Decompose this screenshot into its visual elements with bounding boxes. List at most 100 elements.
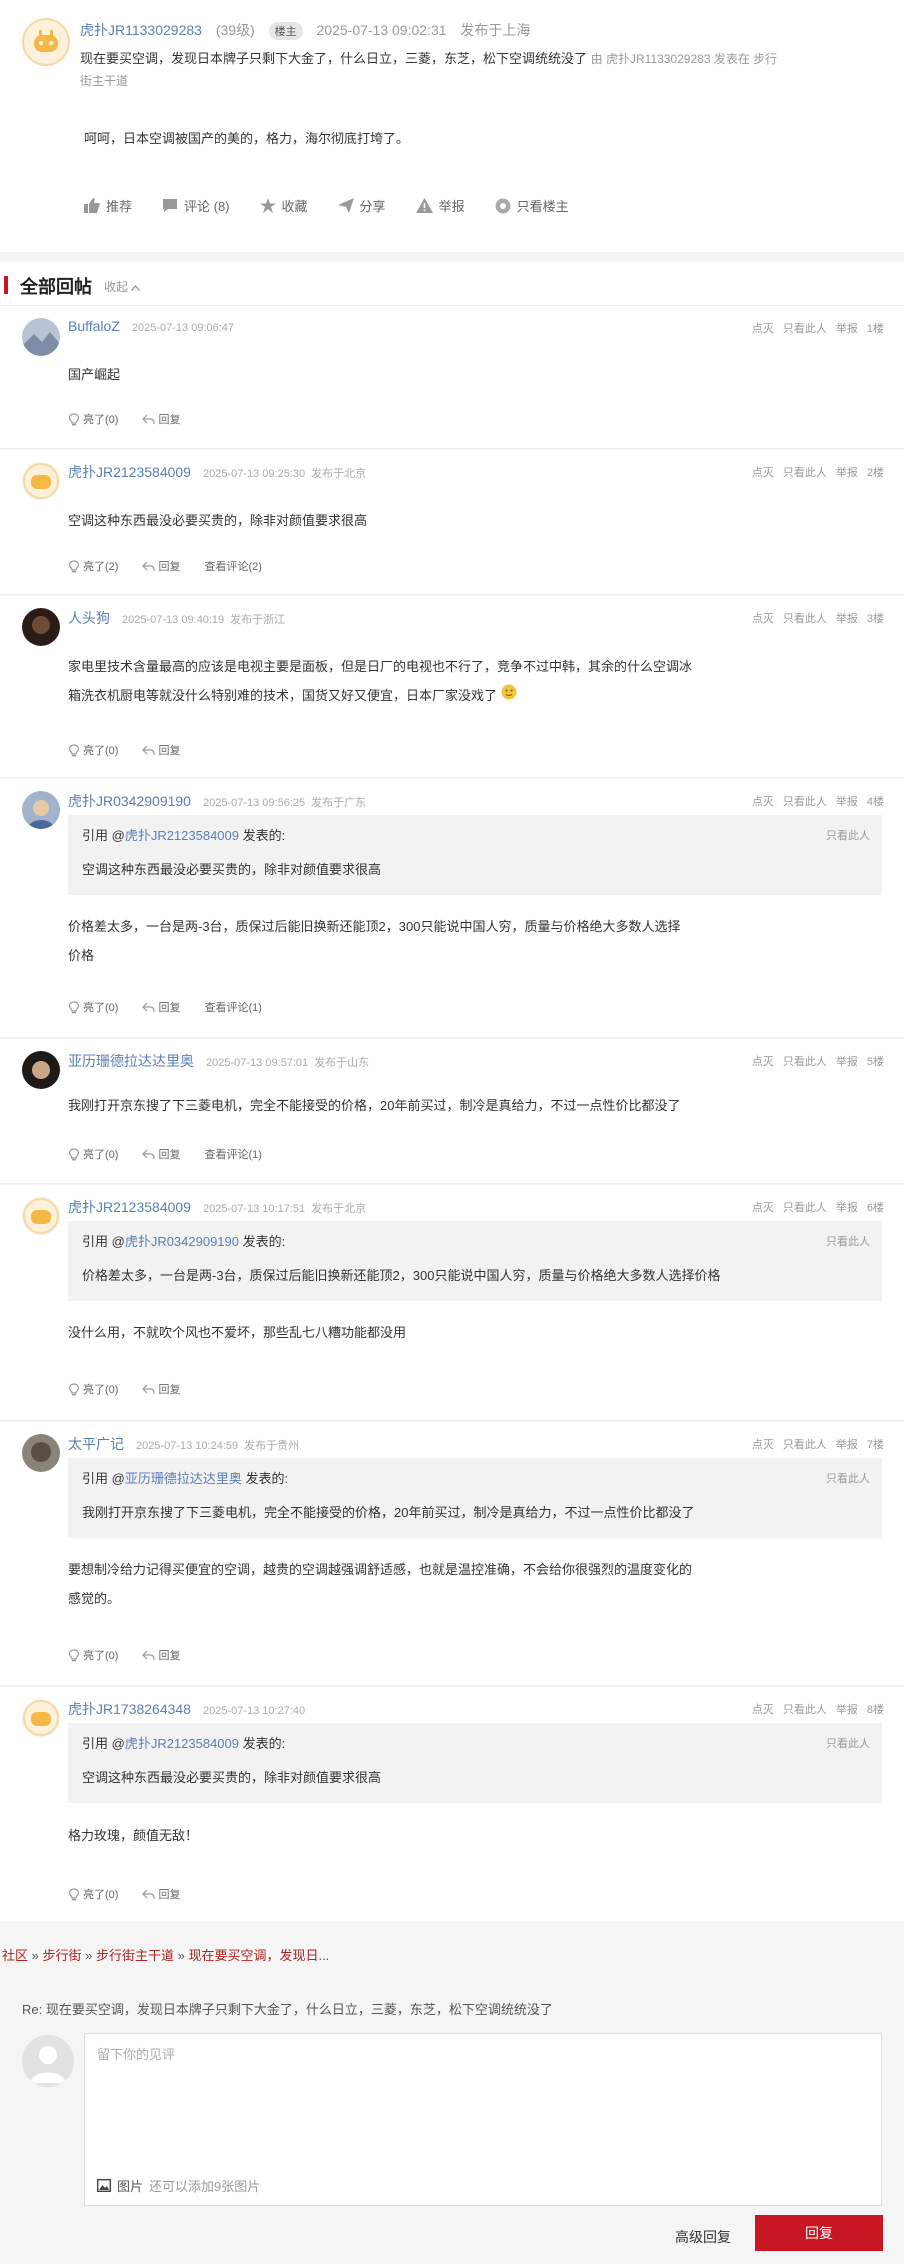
like-button[interactable]: 亮了(0) — [68, 1886, 118, 1902]
only-this-user-button[interactable]: 只看此人 — [783, 323, 827, 335]
only-this-user-button[interactable]: 只看此人 — [783, 1056, 827, 1068]
reply-username[interactable]: 人头狗 — [68, 610, 110, 626]
only-this-user-button[interactable]: 只看此人 — [783, 613, 827, 625]
quote-username[interactable]: 虎扑JR2123584009 — [125, 1736, 239, 1751]
reply-item: 虎扑JR2123584009 2025-07-13 10:17:51 发布于北京 点灭… — [0, 1185, 904, 1421]
reply-avatar[interactable] — [22, 1699, 60, 1737]
report-reply-button[interactable]: 举报 — [836, 1056, 858, 1068]
report-reply-button[interactable]: 举报 — [836, 1704, 858, 1716]
only-this-user-button[interactable]: 只看此人 — [783, 467, 827, 479]
reply-username[interactable]: 虎扑JR0342909190 — [68, 793, 191, 809]
reply-body-line: 感觉的。 — [68, 1591, 121, 1606]
comment-button[interactable]: 评论 (8) — [162, 196, 230, 215]
reply-username[interactable]: 虎扑JR2123584009 — [68, 464, 191, 480]
lightbulb-icon — [68, 1000, 80, 1014]
reply-username[interactable]: 虎扑JR1738264348 — [68, 1701, 191, 1717]
quote-only-this-user[interactable]: 只看此人 — [826, 1470, 870, 1486]
reply-button[interactable]: 回复 — [142, 1647, 180, 1663]
only-this-user-button[interactable]: 只看此人 — [783, 796, 827, 808]
favorite-button[interactable]: 收藏 — [259, 196, 308, 215]
only-this-user-button[interactable]: 只看此人 — [783, 1202, 827, 1214]
breadcrumb-item[interactable]: 社区 — [2, 1948, 28, 1963]
like-button[interactable]: 亮了(0) — [68, 999, 118, 1015]
submit-reply-button[interactable]: 回复 — [755, 2215, 883, 2251]
view-comments-button[interactable]: 查看评论(1) — [204, 999, 261, 1015]
reply-avatar[interactable] — [22, 791, 60, 829]
reply-button[interactable]: 回复 — [142, 411, 180, 427]
quote-username[interactable]: 亚历珊德拉达达里奥 — [125, 1471, 242, 1486]
reply-textarea[interactable]: 留下你的见评 图片 还可以添加9张图片 — [84, 2033, 882, 2206]
reply-button[interactable]: 回复 — [142, 1381, 180, 1397]
quote-username[interactable]: 虎扑JR0342909190 — [125, 1234, 239, 1249]
reply-avatar[interactable] — [22, 1051, 60, 1089]
quote-suffix: 发表的: — [241, 1471, 289, 1486]
view-comments-button[interactable]: 查看评论(2) — [204, 558, 261, 574]
only-op-button[interactable]: 只看楼主 — [495, 196, 569, 215]
reply-time: 2025-07-13 10:27:40 — [202, 1705, 306, 1717]
reply-button[interactable]: 回复 — [142, 558, 180, 574]
quote-only-this-user[interactable]: 只看此人 — [826, 827, 870, 843]
dim-button[interactable]: 点灭 — [752, 467, 774, 479]
lightbulb-icon — [68, 743, 80, 757]
reply-username[interactable]: BuffaloZ — [68, 318, 120, 334]
quote-only-this-user[interactable]: 只看此人 — [826, 1735, 870, 1751]
breadcrumb-item[interactable]: 现在要买空调，发现日... — [188, 1948, 329, 1963]
report-reply-button[interactable]: 举报 — [836, 1202, 858, 1214]
reply-meta: 虎扑JR2123584009 2025-07-13 09:25:30 发布于北京 — [68, 462, 366, 482]
reply-button[interactable]: 回复 — [142, 1886, 180, 1902]
reply-button[interactable]: 回复 — [142, 999, 180, 1015]
dim-button[interactable]: 点灭 — [752, 323, 774, 335]
reply-button[interactable]: 回复 — [142, 1146, 180, 1162]
op-time: 2025-07-13 09:02:31 — [316, 22, 447, 38]
reply-avatar[interactable] — [22, 608, 60, 646]
reply-username[interactable]: 虎扑JR2123584009 — [68, 1199, 191, 1215]
op-avatar[interactable] — [22, 18, 70, 66]
like-button[interactable]: 亮了(0) — [68, 742, 118, 758]
reply-avatar[interactable] — [22, 1197, 60, 1235]
quote-username[interactable]: 虎扑JR2123584009 — [125, 828, 239, 843]
breadcrumb-item[interactable]: 步行街 — [42, 1948, 81, 1963]
replies-header: 全部回帖 收起 — [0, 262, 904, 306]
reply-avatar[interactable] — [22, 462, 60, 500]
dim-button[interactable]: 点灭 — [752, 1704, 774, 1716]
only-this-user-button[interactable]: 只看此人 — [783, 1704, 827, 1716]
reply-body-line: 格力玫瑰，颜值无敌！ — [68, 1828, 199, 1843]
reply-username[interactable]: 亚历珊德拉达达里奥 — [68, 1053, 194, 1069]
quote-only-this-user[interactable]: 只看此人 — [826, 1233, 870, 1249]
like-button[interactable]: 亮了(0) — [68, 411, 118, 427]
report-reply-button[interactable]: 举报 — [836, 467, 858, 479]
breadcrumb-item[interactable]: 步行街主干道 — [96, 1948, 174, 1963]
lightbulb-icon — [68, 1382, 80, 1396]
reply-button[interactable]: 回复 — [142, 742, 180, 758]
reply-username[interactable]: 太平广记 — [68, 1436, 124, 1452]
collapse-toggle[interactable]: 收起 — [104, 278, 141, 295]
view-comments-button[interactable]: 查看评论(1) — [204, 1146, 261, 1162]
reply-avatar[interactable] — [22, 1434, 60, 1472]
op-username[interactable]: 虎扑JR1133029283 — [80, 22, 202, 38]
dim-button[interactable]: 点灭 — [752, 613, 774, 625]
share-button[interactable]: 分享 — [337, 196, 386, 215]
dim-button[interactable]: 点灭 — [752, 796, 774, 808]
advanced-reply-link[interactable]: 高级回复 — [675, 2227, 731, 2247]
report-reply-button[interactable]: 举报 — [836, 613, 858, 625]
like-button[interactable]: 亮了(2) — [68, 558, 118, 574]
reply-label: 回复 — [158, 414, 181, 426]
reply-body: 没什么用，不就吹个风也不爱坏，那些乱七八糟功能都没用 — [68, 1318, 768, 1347]
report-reply-button[interactable]: 举报 — [836, 323, 858, 335]
reply-avatar[interactable] — [22, 318, 60, 356]
recommend-button[interactable]: 推荐 — [84, 196, 132, 215]
like-button[interactable]: 亮了(0) — [68, 1381, 118, 1397]
report-reply-button[interactable]: 举报 — [836, 1439, 858, 1451]
add-image-button[interactable]: 图片 还可以添加9张图片 — [97, 2176, 260, 2195]
like-button[interactable]: 亮了(0) — [68, 1647, 118, 1663]
op-board[interactable]: 街主干道 — [80, 74, 128, 88]
dim-button[interactable]: 点灭 — [752, 1056, 774, 1068]
reply-label: 回复 — [158, 1149, 181, 1161]
report-reply-button[interactable]: 举报 — [836, 796, 858, 808]
chevron-up-icon — [131, 285, 141, 291]
dim-button[interactable]: 点灭 — [752, 1439, 774, 1451]
only-this-user-button[interactable]: 只看此人 — [783, 1439, 827, 1451]
like-button[interactable]: 亮了(0) — [68, 1146, 118, 1162]
report-button[interactable]: 举报 — [415, 196, 465, 215]
dim-button[interactable]: 点灭 — [752, 1202, 774, 1214]
